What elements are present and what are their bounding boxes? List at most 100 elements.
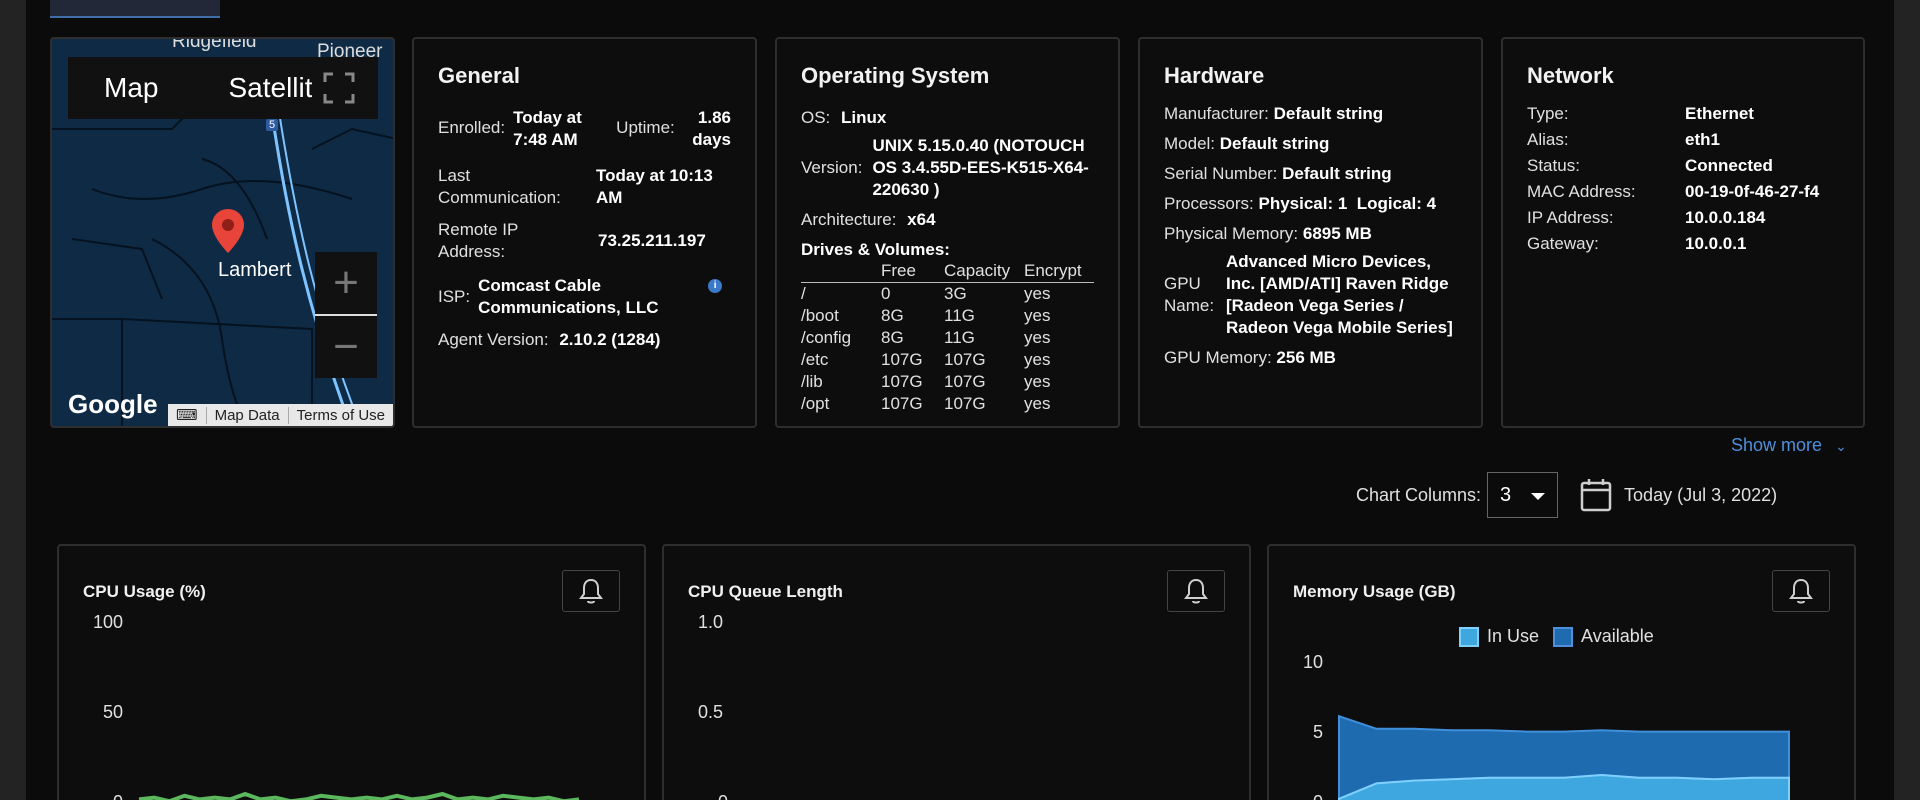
- drives-header: [801, 261, 881, 283]
- drive-free: 8G: [881, 328, 904, 347]
- gpu-memory-value: 256 MB: [1276, 348, 1336, 367]
- google-logo: Google: [68, 389, 158, 419]
- os-title: Operating System: [801, 63, 990, 88]
- hardware-title: Hardware: [1164, 63, 1265, 88]
- map-data-link[interactable]: Map Data: [205, 406, 288, 424]
- map-label-top-left: Ridgefield: [172, 37, 257, 52]
- caret-down-icon: [1531, 493, 1546, 500]
- drive-free: 107G: [881, 350, 923, 369]
- drive-capacity: 107G: [944, 350, 986, 369]
- cpu-queue-chart-card: CPU Queue Length 1.0 0.5 0: [662, 544, 1251, 800]
- model-label: Model:: [1164, 134, 1216, 153]
- cpu-usage-series-line: [138, 791, 580, 800]
- map-tab-satellite[interactable]: Satellite: [228, 72, 312, 104]
- memory-usage-plot: [1338, 714, 1790, 800]
- table-row: /opt 107G 107G yes: [801, 393, 1094, 415]
- agent-version-label: Agent Version:: [438, 330, 549, 349]
- table-row: / 0 3G yes: [801, 283, 1094, 306]
- fullscreen-icon[interactable]: [322, 71, 356, 105]
- uptime-value: 1.86 days: [692, 108, 731, 149]
- manufacturer-value: Default string: [1273, 104, 1384, 123]
- isp-label: ISP:: [438, 287, 471, 306]
- zoom-out-button[interactable]: −: [315, 316, 377, 378]
- drive-mount: /config: [801, 328, 852, 347]
- drives-table: Free Capacity Encrypt / 0 3G yes /boot 8G 11G…: [801, 261, 1094, 415]
- network-type-value: Ethernet: [1685, 104, 1754, 123]
- drive-mount: /boot: [801, 306, 839, 325]
- gpu-memory-label: GPU Memory:: [1164, 348, 1272, 367]
- table-row: /config 8G 11G yes: [801, 327, 1094, 349]
- table-row: /boot 8G 11G yes: [801, 305, 1094, 327]
- last-communication-value: Today at 10:13 AM: [596, 166, 713, 207]
- network-alias-value: eth1: [1685, 130, 1720, 149]
- date-range-label[interactable]: Today (Jul 3, 2022): [1624, 485, 1777, 506]
- terms-link[interactable]: Terms of Use: [287, 406, 393, 424]
- map-attribution: ⌨ Map Data Terms of Use: [167, 404, 393, 426]
- manufacturer-label: Manufacturer:: [1164, 104, 1269, 123]
- chart-columns-value: 3: [1500, 483, 1512, 506]
- physical-memory-value: 6895 MB: [1302, 224, 1372, 243]
- drive-capacity: 11G: [944, 306, 975, 325]
- drive-free: 107G: [881, 372, 923, 391]
- calendar-icon[interactable]: [1580, 478, 1612, 512]
- drives-header: Capacity: [944, 261, 1024, 283]
- drive-encrypt: yes: [1024, 394, 1051, 413]
- os-value: Linux: [841, 108, 887, 127]
- mac-address-value: 00-19-0f-46-27-f4: [1685, 182, 1820, 201]
- drives-header: Encrypt: [1024, 261, 1094, 283]
- processors-value: Physical: 1 Logical: 4: [1258, 194, 1437, 213]
- mac-address-label: MAC Address:: [1527, 182, 1636, 201]
- gpu-name-value: Advanced Micro Devices, Inc. [AMD/ATI] R…: [1226, 252, 1453, 337]
- drive-mount: /etc: [801, 350, 829, 369]
- drives-header: Free: [881, 261, 944, 283]
- network-status-label: Status:: [1527, 156, 1580, 175]
- cpu-usage-plot: [138, 791, 580, 800]
- chart-columns-select[interactable]: 3: [1487, 472, 1559, 518]
- uptime-label: Uptime:: [616, 118, 675, 137]
- zoom-in-button[interactable]: +: [315, 252, 377, 314]
- drive-encrypt: yes: [1024, 284, 1051, 303]
- route-badge: 5: [266, 119, 279, 131]
- map-tab-map[interactable]: Map: [104, 72, 158, 104]
- drive-mount: /opt: [801, 394, 830, 413]
- keyboard-icon[interactable]: ⌨: [168, 406, 206, 424]
- show-more-link[interactable]: Show more ⌄: [1731, 435, 1847, 456]
- drive-free: 107G: [881, 394, 923, 413]
- remote-ip-value: 73.25.211.197: [598, 231, 706, 250]
- network-title: Network: [1527, 63, 1614, 88]
- drive-free: 0: [881, 284, 891, 303]
- chevron-down-icon: ⌄: [1835, 438, 1847, 454]
- drive-capacity: 3G: [944, 284, 967, 303]
- location-map[interactable]: Ridgefield Pioneer 5 Lambert Map Satelli…: [50, 37, 395, 428]
- drives-title: Drives & Volumes:: [801, 240, 950, 259]
- os-label: OS:: [801, 108, 831, 127]
- table-row: /lib 107G 107G yes: [801, 371, 1094, 393]
- ip-address-value: 10.0.0.184: [1685, 208, 1766, 227]
- gateway-label: Gateway:: [1527, 234, 1599, 253]
- version-label: Version:: [801, 158, 863, 177]
- chart-columns-label: Chart Columns:: [1356, 484, 1482, 505]
- processors-label: Processors:: [1164, 194, 1254, 213]
- ip-address-label: IP Address:: [1527, 208, 1614, 227]
- physical-memory-label: Physical Memory:: [1164, 224, 1299, 243]
- hardware-card: Hardware Manufacturer: Default string Mo…: [1138, 37, 1483, 428]
- network-alias-label: Alias:: [1527, 130, 1569, 149]
- general-title: General: [438, 63, 520, 88]
- memory-usage-chart-card: Memory Usage (GB) In Use Available 10 5 …: [1267, 544, 1856, 800]
- chart-controls: Chart Columns: 3 Today (Jul 3, 2022): [1356, 472, 1777, 518]
- show-more-label: Show more: [1731, 435, 1823, 455]
- drive-mount: /: [801, 284, 806, 303]
- info-icon[interactable]: i: [708, 279, 723, 293]
- drive-capacity: 107G: [944, 372, 986, 391]
- serial-value: Default string: [1282, 164, 1392, 183]
- drive-mount: /lib: [801, 372, 823, 391]
- enrolled-value: Today at 7:48 AM: [513, 108, 582, 149]
- enrolled-label: Enrolled:: [438, 118, 506, 137]
- gpu-name-label: GPU Name:: [1164, 274, 1215, 315]
- active-tab-indicator[interactable]: [50, 0, 220, 18]
- cpu-usage-chart-card: CPU Usage (%) 100 50 0: [57, 544, 646, 800]
- drive-encrypt: yes: [1024, 372, 1051, 391]
- drives-header-row: Free Capacity Encrypt: [801, 261, 1094, 283]
- drive-capacity: 11G: [944, 328, 975, 347]
- network-status-value: Connected: [1685, 156, 1773, 175]
